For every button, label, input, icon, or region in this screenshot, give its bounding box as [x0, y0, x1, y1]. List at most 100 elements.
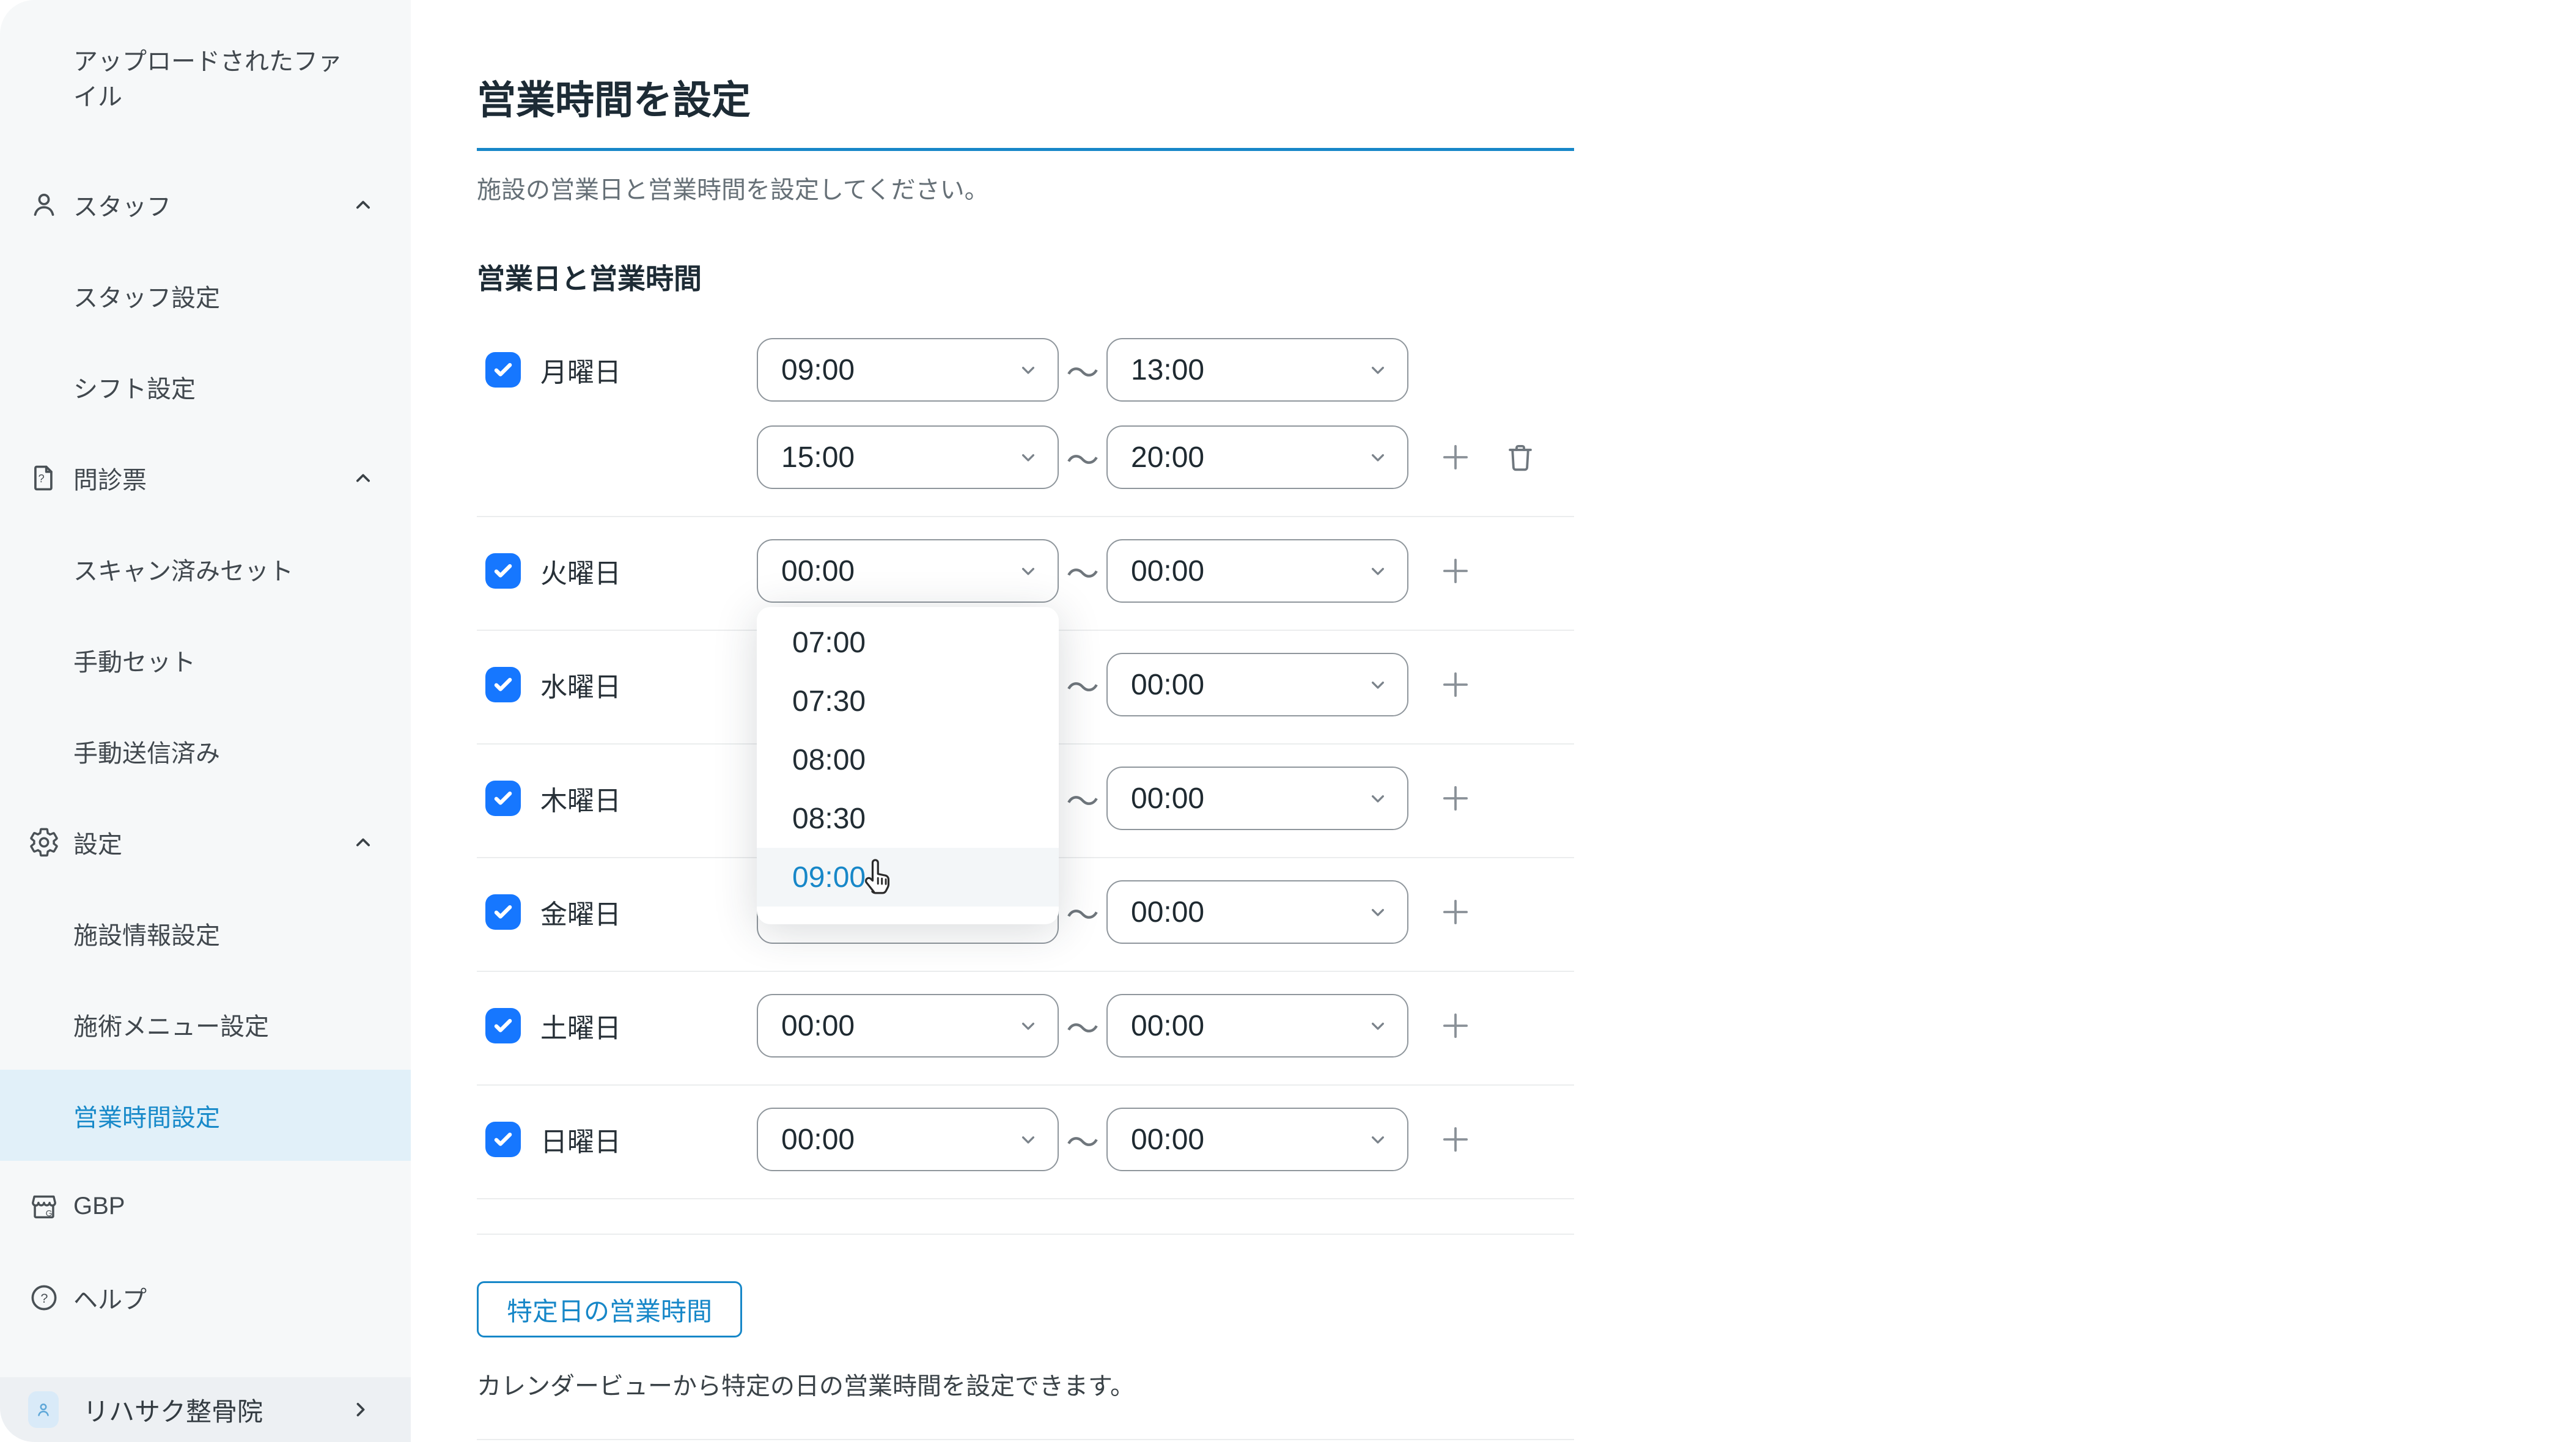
facility-avatar	[28, 1391, 59, 1428]
page-title: 営業時間を設定	[477, 81, 1574, 120]
checkbox-sunday[interactable]	[485, 1122, 521, 1157]
select-value: 00:00	[781, 554, 855, 588]
sidebar-item-label: スタッフ	[73, 187, 171, 223]
svg-text:?: ?	[38, 472, 44, 485]
select-value: 00:00	[1131, 782, 1204, 815]
end-time-select-sunday[interactable]: 00:00	[1106, 1108, 1408, 1171]
person-icon	[28, 189, 60, 221]
select-value: 09:00	[781, 353, 855, 387]
chevron-down-icon	[1016, 559, 1040, 583]
time-option-highlighted[interactable]: 09:00	[757, 848, 1059, 907]
sidebar-item-help[interactable]: ? ヘルプ	[0, 1252, 411, 1343]
range-separator: 〜	[1059, 1002, 1106, 1050]
time-option[interactable]: 07:30	[757, 672, 1059, 730]
day-label: 月曜日	[540, 350, 621, 389]
chevron-down-icon	[1366, 672, 1390, 697]
sidebar-item-gbp[interactable]: G GBP	[0, 1161, 411, 1252]
sidebar-item-questionnaire[interactable]: ? 問診票	[0, 432, 411, 523]
sidebar-item-label: 問診票	[73, 460, 147, 496]
range-separator: 〜	[1059, 547, 1106, 595]
app-window: アップロードされたファイル スタッフ スタッフ設定 シフト設定	[0, 0, 2576, 1442]
sidebar-item-business-hours-settings[interactable]: 営業時間設定	[0, 1070, 411, 1161]
facility-switcher[interactable]: リハサク整骨院	[0, 1377, 411, 1442]
chevron-down-icon	[1366, 1013, 1390, 1038]
start-time-select-monday-2[interactable]: 15:00	[757, 425, 1059, 489]
sidebar-item-facility-info-settings[interactable]: 施設情報設定	[0, 888, 411, 979]
sidebar-item-label: 手動セット	[73, 642, 196, 678]
end-time-select-monday-1[interactable]: 13:00	[1106, 338, 1408, 402]
checkbox-thursday[interactable]	[485, 781, 521, 816]
sidebar-item-label: ヘルプ	[73, 1280, 147, 1315]
chevron-down-icon	[1366, 445, 1390, 469]
day-row-saturday: 土曜日 00:00 〜 00:00	[477, 972, 1574, 1086]
chevron-up-icon	[350, 465, 377, 491]
checkbox-wednesday[interactable]	[485, 667, 521, 702]
end-time-select-thursday[interactable]: 00:00	[1106, 767, 1408, 830]
storefront-icon: G	[28, 1191, 60, 1223]
checkbox-tuesday[interactable]	[485, 553, 521, 589]
sidebar-item-settings[interactable]: 設定	[0, 796, 411, 888]
bottom-divider	[477, 1439, 1574, 1440]
day-label: 日曜日	[540, 1120, 621, 1159]
end-time-select-friday[interactable]: 00:00	[1106, 880, 1408, 944]
main-content: 営業時間を設定 施設の営業日と営業時間を設定してください。 営業日と営業時間 月…	[411, 0, 2576, 1442]
add-range-icon[interactable]	[1438, 440, 1473, 475]
start-time-select-sunday[interactable]: 00:00	[757, 1108, 1059, 1171]
help-circle-icon: ?	[28, 1282, 60, 1314]
checkbox-monday[interactable]	[485, 352, 521, 388]
select-value: 00:00	[1131, 1123, 1204, 1157]
svg-text:G: G	[46, 1208, 53, 1218]
trash-icon[interactable]	[1503, 440, 1538, 475]
day-row-tuesday: 火曜日 00:00 〜 00:00	[477, 517, 1574, 631]
end-time-select-wednesday[interactable]: 00:00	[1106, 653, 1408, 716]
select-value: 00:00	[1131, 896, 1204, 929]
add-range-icon[interactable]	[1438, 667, 1473, 702]
add-range-icon[interactable]	[1438, 894, 1473, 930]
checkbox-friday[interactable]	[485, 894, 521, 930]
add-range-icon[interactable]	[1438, 1008, 1473, 1043]
add-range-icon[interactable]	[1438, 1122, 1473, 1157]
sidebar-item-manual-set[interactable]: 手動セット	[0, 614, 411, 705]
select-value: 00:00	[781, 1009, 855, 1043]
add-range-icon[interactable]	[1438, 781, 1473, 816]
day-label: 水曜日	[540, 665, 621, 704]
checkbox-saturday[interactable]	[485, 1008, 521, 1043]
end-time-select-monday-2[interactable]: 20:00	[1106, 425, 1408, 489]
facility-name: リハサク整骨院	[83, 1391, 263, 1429]
range-separator: 〜	[1059, 888, 1106, 936]
sidebar-item-manual-sent[interactable]: 手動送信済み	[0, 705, 411, 796]
sidebar-item-uploaded-files[interactable]: アップロードされたファイル	[0, 0, 411, 159]
select-value: 00:00	[781, 1123, 855, 1157]
sidebar-item-treatment-menu-settings[interactable]: 施術メニュー設定	[0, 979, 411, 1070]
select-value: 13:00	[1131, 353, 1204, 387]
sidebar-item-label: 設定	[73, 825, 122, 860]
chevron-up-icon	[350, 191, 377, 218]
start-time-select-monday-1[interactable]: 09:00	[757, 338, 1059, 402]
select-value: 00:00	[1131, 1009, 1204, 1043]
page-subtitle: 施設の営業日と営業時間を設定してください。	[477, 178, 1574, 202]
section-heading: 営業日と営業時間	[477, 265, 1574, 293]
end-time-select-tuesday[interactable]: 00:00	[1106, 539, 1408, 603]
time-option[interactable]: 07:00	[757, 613, 1059, 672]
time-option[interactable]: 08:30	[757, 789, 1059, 848]
sidebar-item-label: 施術メニュー設定	[73, 1007, 269, 1042]
sidebar-item-label: シフト設定	[73, 369, 196, 405]
start-time-select-tuesday[interactable]: 00:00	[757, 539, 1059, 603]
select-value: 15:00	[781, 441, 855, 474]
special-day-hours-button[interactable]: 特定日の営業時間	[477, 1281, 742, 1337]
end-time-select-saturday[interactable]: 00:00	[1106, 994, 1408, 1058]
special-day-note: カレンダービューから特定の日の営業時間を設定できます。	[477, 1369, 1574, 1403]
range-separator: 〜	[1059, 774, 1106, 823]
sidebar-item-label: スタッフ設定	[73, 278, 220, 314]
time-option[interactable]: 08:00	[757, 730, 1059, 789]
sidebar-item-scanned-set[interactable]: スキャン済みセット	[0, 523, 411, 614]
start-time-select-saturday[interactable]: 00:00	[757, 994, 1059, 1058]
add-range-icon[interactable]	[1438, 553, 1473, 589]
sidebar-item-shift-settings[interactable]: シフト設定	[0, 341, 411, 432]
document-question-icon: ?	[28, 462, 60, 494]
day-label: 土曜日	[540, 1006, 621, 1045]
chevron-down-icon	[1366, 786, 1390, 811]
business-days-list: 月曜日 09:00 〜 13:00	[477, 316, 1574, 1235]
sidebar-item-staff[interactable]: スタッフ	[0, 159, 411, 250]
sidebar-item-staff-settings[interactable]: スタッフ設定	[0, 250, 411, 341]
